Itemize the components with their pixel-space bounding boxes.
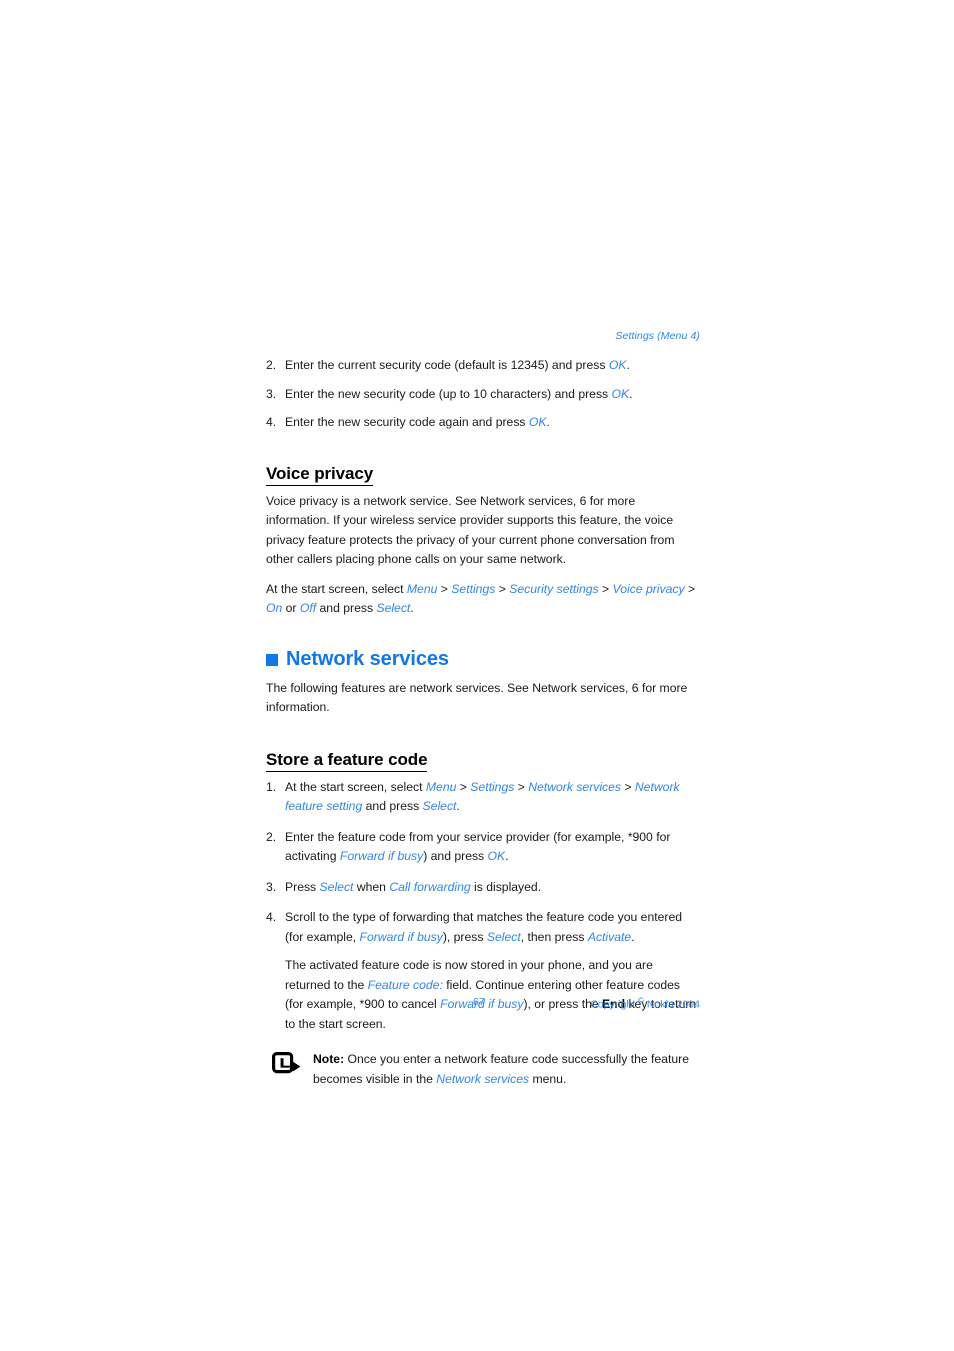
ui-reference-text: Feature code: (367, 977, 443, 992)
ui-reference-text: Forward if busy (359, 929, 443, 944)
plain-text: ), press (442, 929, 487, 944)
numbered-step: 4. Enter the new security code again and … (266, 413, 700, 433)
step-number: 4. (266, 415, 277, 429)
plain-text: Press (285, 879, 320, 894)
ui-reference-text: Forward if busy (339, 849, 424, 863)
ui-reference-text: Select (376, 601, 411, 615)
plain-text: , then press (520, 929, 588, 944)
ui-reference-text: Activate (587, 929, 632, 944)
plain-text: > (598, 581, 613, 596)
ui-reference-text: OK (528, 415, 547, 429)
step-text: Scroll to the type of forwarding that ma… (285, 910, 682, 944)
manual-page: Settings (Menu 4) 2. Enter the current se… (0, 0, 954, 1351)
network-services-heading-text: Network services (286, 647, 449, 670)
ui-reference-text: Menu (406, 581, 438, 596)
plain-text: Enter the current security code (default… (285, 358, 609, 372)
ui-reference-text: On (266, 601, 283, 615)
step-text: Press Select when Call forwarding is dis… (285, 880, 541, 894)
voice-privacy-paragraph: Voice privacy is a network service. See … (266, 493, 675, 567)
plain-text: . (626, 358, 630, 372)
step-text: Enter the new security code (up to 10 ch… (285, 387, 633, 401)
voice-privacy-heading-wrap: Voice privacy (266, 442, 700, 492)
page-number: 67 (473, 996, 485, 1008)
copyright-suffix: Nokia 2004 (643, 998, 700, 1011)
step-text: Enter the feature code from your service… (285, 830, 670, 864)
running-head: Settings (Menu 4) (615, 330, 700, 342)
plain-text: > (456, 779, 471, 794)
ui-reference-text: Settings (470, 779, 515, 794)
ui-reference-text: Off (299, 601, 317, 615)
ui-reference-text: OK (487, 849, 506, 863)
step-number: 1. (266, 779, 277, 794)
plain-text: or (282, 601, 300, 615)
ui-reference-text: Menu (425, 779, 457, 794)
step-text: Enter the current security code (default… (285, 358, 630, 372)
ui-reference-text: OK (611, 386, 630, 401)
plain-text: . (456, 799, 460, 813)
plain-text: > (514, 779, 529, 794)
step-number: 2. (266, 358, 277, 372)
step-number: 4. (266, 910, 277, 924)
plain-text: when (353, 879, 390, 894)
ui-reference-text: Call forwarding (389, 879, 471, 894)
page-content: Settings (Menu 4) 2. Enter the current se… (266, 330, 700, 1089)
numbered-step: 2. Enter the feature code from your servi… (266, 828, 700, 867)
copyright-notice: Copyright © Nokia 2004 (590, 996, 700, 1011)
numbered-step: 3. Enter the new security code (up to 10 … (266, 385, 700, 405)
step-text: Enter the new security code again and pr… (285, 415, 550, 429)
numbered-step: 1. At the start screen, select Menu > Set… (266, 778, 700, 817)
step4-continuation-paragraph: The activated feature code is now stored… (285, 956, 700, 1034)
plain-text: > (495, 581, 510, 596)
ui-reference-text: Select (486, 929, 521, 944)
ui-reference-text: Security settings (509, 581, 599, 596)
emphasis-text: Note: (313, 1052, 345, 1066)
plain-text: is displayed. (470, 879, 542, 894)
voice-privacy-path: At the start screen, select Menu > Setti… (266, 580, 700, 619)
plain-text: Enter the new security code (up to 10 ch… (285, 386, 612, 401)
ui-reference-text: Settings (451, 581, 496, 596)
plain-text: and press (362, 799, 423, 813)
ui-reference-text: Voice privacy (612, 581, 685, 596)
plain-text: . (505, 849, 509, 863)
note-block: Note: Once you enter a network feature c… (266, 1050, 700, 1089)
step-text: At the start screen, select Menu > Setti… (285, 780, 680, 814)
note-arrow-icon (272, 1052, 302, 1076)
note-text: Note: Once you enter a network feature c… (313, 1050, 700, 1089)
chapter-square-icon (266, 654, 278, 666)
copyright-prefix: Copyright (590, 998, 639, 1011)
ui-reference-text: Select (319, 879, 354, 894)
plain-text: . (546, 415, 550, 429)
ui-reference-text: Network services (528, 779, 622, 794)
store-feature-code-heading-wrap: Store a feature code (266, 728, 700, 778)
step-number: 3. (266, 879, 277, 894)
numbered-step: 4. Scroll to the type of forwarding that … (266, 908, 700, 1034)
voice-privacy-heading: Voice privacy (266, 464, 373, 486)
network-services-chapter-heading: Network services (266, 648, 700, 671)
ui-reference-text: Network services (436, 1071, 530, 1086)
ui-reference-text: OK (608, 358, 627, 372)
plain-text: > (684, 581, 696, 596)
plain-text: ) and press (423, 849, 488, 863)
plain-text: and press (316, 601, 377, 615)
plain-text: > (621, 779, 635, 794)
plain-text: . (629, 386, 633, 401)
numbered-step: 2. Enter the current security code (defau… (266, 356, 700, 376)
ui-reference-text: Select (422, 799, 457, 813)
plain-text: menu. (529, 1071, 567, 1086)
plain-text: . (410, 601, 414, 615)
store-feature-code-heading: Store a feature code (266, 750, 428, 772)
step-number: 2. (266, 829, 277, 844)
plain-text: At the start screen, select (266, 581, 407, 596)
plain-text: At the start screen, select (285, 779, 426, 794)
numbered-step: 3. Press Select when Call forwarding is d… (266, 878, 700, 898)
step-number: 3. (266, 386, 277, 401)
plain-text: Enter the new security code again and pr… (285, 415, 529, 429)
plain-text: . (631, 929, 635, 944)
plain-text: > (437, 581, 452, 596)
network-services-intro: The following features are network servi… (266, 680, 688, 715)
security-code-steps: 2. Enter the current security code (defau… (266, 356, 700, 433)
